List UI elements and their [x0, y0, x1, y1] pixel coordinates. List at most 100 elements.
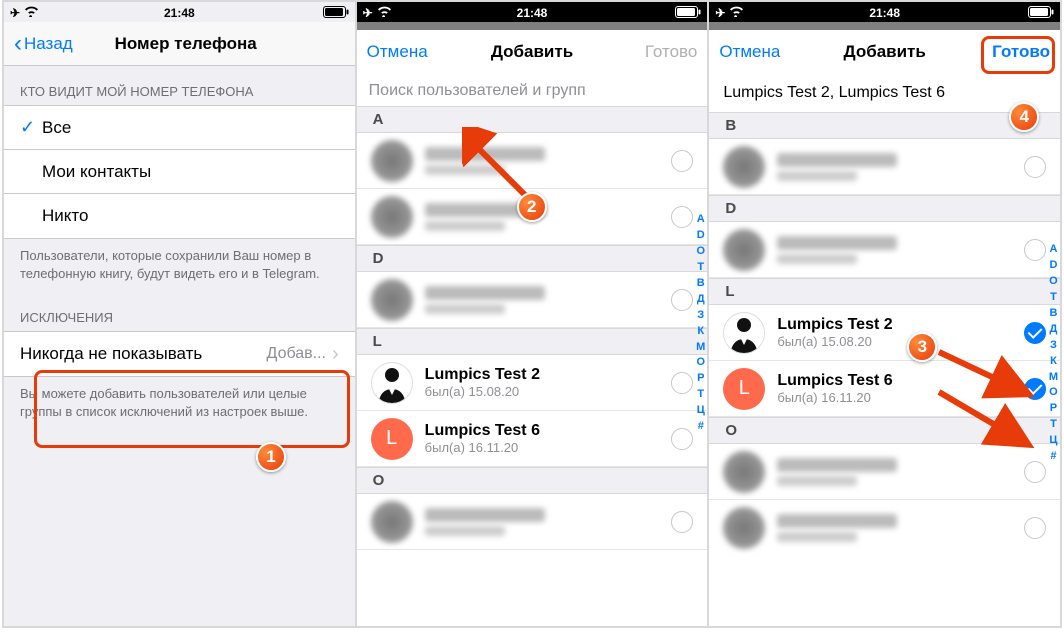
- select-radio[interactable]: [671, 150, 693, 172]
- avatar-letter: L: [371, 418, 413, 460]
- contact-lumpics-2[interactable]: Lumpics Test 2был(а) 15.08.20: [357, 355, 708, 411]
- select-radio[interactable]: [1024, 517, 1046, 539]
- modal-title: Добавить: [491, 42, 573, 62]
- contact-row-blurred[interactable]: [709, 500, 1060, 556]
- contact-row-blurred[interactable]: [357, 272, 708, 328]
- section-index-a: A: [357, 106, 708, 133]
- done-button-disabled[interactable]: Готово: [645, 42, 698, 62]
- never-show-row[interactable]: Никогда не показывать Добав... ›: [4, 332, 355, 376]
- status-bar: ✈︎ 21:48: [4, 2, 355, 22]
- contact-name: [777, 236, 897, 250]
- who-sees-footer: Пользователи, которые сохранили Ваш номе…: [4, 239, 355, 292]
- avatar: [723, 146, 765, 188]
- section-header-who-sees: КТО ВИДИТ МОЙ НОМЕР ТЕЛЕФОНА: [4, 66, 355, 105]
- back-label: Назад: [24, 34, 73, 54]
- alpha-index[interactable]: ADOTВДЗКМОРТЦ#: [1049, 242, 1058, 465]
- never-show-value: Добав...: [267, 345, 326, 363]
- exceptions-footer: Вы можете добавить пользователей или цел…: [4, 377, 355, 430]
- contact-name: [425, 286, 545, 300]
- status-bar: ✈︎ 21:48: [357, 2, 708, 22]
- never-show-label: Никогда не показывать: [20, 344, 267, 364]
- alpha-index[interactable]: ADOTВДЗКМОРТЦ#: [696, 212, 705, 435]
- avatar-suit: [371, 362, 413, 404]
- contact-name: [425, 508, 545, 522]
- contact-lumpics-6[interactable]: L Lumpics Test 6был(а) 16.11.20: [357, 411, 708, 467]
- contact-sub: был(а) 16.11.20: [425, 440, 672, 455]
- option-label: Все: [42, 118, 339, 138]
- cancel-button[interactable]: Отмена: [719, 42, 780, 62]
- selected-users[interactable]: Lumpics Test 2, Lumpics Test 6: [709, 74, 1060, 112]
- contact-sub: [425, 526, 505, 536]
- contact-row-blurred[interactable]: [357, 133, 708, 189]
- select-radio-checked[interactable]: [1024, 322, 1046, 344]
- airplane-icon: ✈︎: [10, 6, 20, 20]
- modal-nav: Отмена Добавить Готово: [357, 30, 708, 74]
- status-time: 21:48: [164, 6, 195, 20]
- contact-row-blurred[interactable]: [709, 222, 1060, 278]
- select-radio[interactable]: [671, 206, 693, 228]
- select-radio[interactable]: [1024, 156, 1046, 178]
- contact-name: Lumpics Test 6: [777, 372, 1024, 390]
- select-radio[interactable]: [1024, 461, 1046, 483]
- contact-name: Lumpics Test 6: [425, 422, 672, 440]
- select-radio[interactable]: [671, 372, 693, 394]
- contact-name: Lumpics Test 2: [425, 366, 672, 384]
- sheet-backdrop: [357, 22, 708, 30]
- select-radio-checked[interactable]: [1024, 378, 1046, 400]
- contact-row-blurred[interactable]: [709, 444, 1060, 500]
- select-radio[interactable]: [671, 511, 693, 533]
- page-title: Номер телефона: [115, 34, 257, 54]
- section-index-o: O: [357, 467, 708, 494]
- option-contacts[interactable]: Мои контакты: [4, 150, 355, 194]
- search-input[interactable]: Поиск пользователей и групп: [357, 74, 708, 106]
- sheet-backdrop: [709, 22, 1060, 30]
- option-label: Никто: [42, 206, 339, 226]
- step-badge-2: 2: [517, 192, 547, 222]
- contact-name: [777, 458, 897, 472]
- avatar: [371, 140, 413, 182]
- airplane-icon: ✈︎: [363, 6, 373, 20]
- screen-privacy-phone: ✈︎ 21:48 ‹ Назад Номер телефона КТО ВИДИ…: [4, 2, 357, 626]
- wifi-icon: [729, 6, 744, 20]
- option-label: Мои контакты: [42, 162, 339, 182]
- done-button[interactable]: Готово: [992, 42, 1050, 62]
- wifi-icon: [24, 6, 39, 20]
- avatar-suit: [723, 312, 765, 354]
- section-index-d: D: [357, 245, 708, 272]
- step-badge-1: 1: [256, 442, 286, 472]
- contact-sub: [777, 171, 857, 181]
- wifi-icon: [377, 6, 392, 20]
- contact-sub: [425, 304, 505, 314]
- search-placeholder: Поиск пользователей и групп: [369, 82, 586, 99]
- modal-nav: Отмена Добавить Готово: [709, 30, 1060, 74]
- select-radio[interactable]: [1024, 239, 1046, 261]
- contact-sub: [777, 254, 857, 264]
- cancel-button[interactable]: Отмена: [367, 42, 428, 62]
- section-index-o: O: [709, 417, 1060, 444]
- contact-sub: [777, 532, 857, 542]
- contact-sub: был(а) 16.11.20: [777, 390, 1024, 405]
- exceptions-group: Никогда не показывать Добав... ›: [4, 331, 355, 377]
- section-index-d: D: [709, 195, 1060, 222]
- battery-icon: [323, 6, 349, 21]
- back-button[interactable]: ‹ Назад: [14, 32, 73, 56]
- contact-row-blurred[interactable]: [357, 494, 708, 550]
- status-time: 21:48: [517, 6, 548, 20]
- battery-icon: [1028, 6, 1054, 21]
- contact-lumpics-6[interactable]: L Lumpics Test 6был(а) 16.11.20: [709, 361, 1060, 417]
- option-nobody[interactable]: Никто: [4, 194, 355, 238]
- status-time: 21:48: [869, 6, 900, 20]
- contact-lumpics-2[interactable]: Lumpics Test 2был(а) 15.08.20: [709, 305, 1060, 361]
- checkmark-icon: ✓: [20, 117, 42, 138]
- screen-exceptions-selected: ✈︎ 21:48 Отмена Добавить Готово Lumpics …: [709, 2, 1060, 626]
- avatar: [723, 451, 765, 493]
- section-index-l: L: [709, 278, 1060, 305]
- contact-name: [425, 147, 545, 161]
- option-all[interactable]: ✓ Все: [4, 106, 355, 150]
- select-radio[interactable]: [671, 289, 693, 311]
- select-radio[interactable]: [671, 428, 693, 450]
- modal-title: Добавить: [844, 42, 926, 62]
- contact-row-blurred[interactable]: [709, 139, 1060, 195]
- avatar: [371, 501, 413, 543]
- section-index-l: L: [357, 328, 708, 355]
